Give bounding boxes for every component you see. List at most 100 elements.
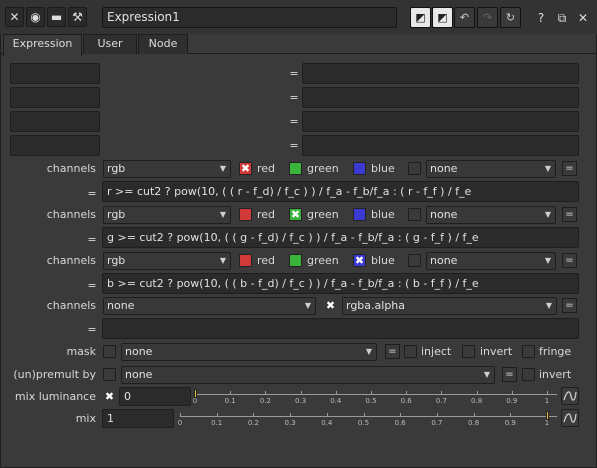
extra-channel-checkbox[interactable] xyxy=(408,208,421,221)
temp-name-input[interactable] xyxy=(10,135,100,156)
channel-label-blue: blue xyxy=(371,254,395,267)
alpha-expression-input[interactable] xyxy=(102,318,579,339)
node-name-input[interactable]: Expression1 xyxy=(102,7,397,28)
color-swatch-button-1[interactable]: ◩ xyxy=(410,7,431,28)
channel-expression-input[interactable]: b >= cut2 ? pow(10, ( ( b - f_d) / f_c )… xyxy=(102,273,579,294)
extra-channel-checkbox[interactable] xyxy=(408,162,421,175)
slider-tick-label: 0.6 xyxy=(400,397,412,405)
extra-channel-dropdown[interactable]: none ▼ xyxy=(426,160,556,178)
channel-label-blue: blue xyxy=(371,208,395,221)
close-icon: ✕ xyxy=(9,10,20,24)
channel-expression-input[interactable]: g >= cut2 ? pow(10, ( ( g - f_d) / f_c )… xyxy=(102,227,579,248)
extra-channel-dropdown[interactable]: none ▼ xyxy=(426,252,556,270)
slider-tick-label: 0 xyxy=(192,397,198,405)
slider-tick-label: 0.5 xyxy=(357,419,370,427)
equals-icon: = xyxy=(388,346,397,357)
mix-luminance-slider[interactable]: 0 0.1 0.2 0.3 0.4 0.5 0.6 0.7 0.8 0.9 1 xyxy=(193,389,557,409)
temp-name-input[interactable] xyxy=(10,111,100,132)
mask-link-button[interactable]: = xyxy=(385,344,400,359)
channel-checkbox-green[interactable] xyxy=(289,162,302,175)
layer-dropdown[interactable]: rgb ▼ xyxy=(103,252,231,270)
slider-handle[interactable] xyxy=(546,411,549,420)
tab-expression[interactable]: Expression xyxy=(3,34,82,56)
wrench-button[interactable]: ⚒ xyxy=(68,7,87,27)
fringe-checkbox[interactable] xyxy=(522,345,535,358)
close-panel-button[interactable]: ✕ xyxy=(5,7,24,27)
unpremult-enable-checkbox[interactable] xyxy=(103,368,116,381)
slider-tick-mark xyxy=(436,413,438,417)
mix-luminance-curve-button[interactable] xyxy=(561,387,579,405)
channel-label-green: green xyxy=(307,162,339,175)
temp-expr-input[interactable] xyxy=(302,87,579,108)
check-mark-icon: ✖ xyxy=(354,254,365,267)
alpha-layer-value: none xyxy=(107,299,135,312)
channel-link-button[interactable]: = xyxy=(562,207,577,222)
channel-checkbox-red[interactable] xyxy=(239,208,252,221)
slider-tick-label: 0 xyxy=(177,419,183,427)
layer-value: rgb xyxy=(107,208,126,221)
temp-expr-input[interactable] xyxy=(302,63,579,84)
inject-checkbox[interactable] xyxy=(404,345,417,358)
revert-icon: ↻ xyxy=(505,11,516,24)
channel-checkbox-blue[interactable]: ✖ xyxy=(353,254,366,267)
undo-button[interactable]: ↶ xyxy=(454,7,475,28)
alpha-checkbox[interactable]: ✖ xyxy=(324,299,337,312)
temp-name-input[interactable] xyxy=(10,87,100,108)
channel-link-button[interactable]: = xyxy=(562,161,577,176)
chevron-down-icon: ▼ xyxy=(545,301,552,310)
slider-tick-mark xyxy=(511,391,513,395)
extra-channel-dropdown[interactable]: none ▼ xyxy=(426,206,556,224)
tab-user[interactable]: User xyxy=(83,34,137,54)
float-panel-button[interactable]: ⧉ xyxy=(553,8,571,28)
equals-label: = xyxy=(289,91,299,104)
channel-checkbox-red[interactable]: ✖ xyxy=(239,162,252,175)
invert-mask-checkbox[interactable] xyxy=(462,345,475,358)
unpremult-invert-checkbox[interactable] xyxy=(522,368,535,381)
gear-icon: ◉ xyxy=(30,10,41,24)
mask-enable-checkbox[interactable] xyxy=(103,345,116,358)
mix-label: mix xyxy=(75,412,96,425)
unpremult-dropdown[interactable]: none ▼ xyxy=(121,366,495,384)
channel-checkbox-green[interactable]: ✖ xyxy=(289,208,302,221)
extra-channel-checkbox[interactable] xyxy=(408,254,421,267)
revert-button[interactable]: ↻ xyxy=(500,7,521,28)
layer-dropdown[interactable]: rgb ▼ xyxy=(103,206,231,224)
mix-luminance-checkbox[interactable]: ✖ xyxy=(103,390,116,403)
node-color-button[interactable]: ▬ xyxy=(47,7,66,27)
slider-track xyxy=(180,416,557,417)
help-button[interactable]: ? xyxy=(532,8,550,28)
channels-label: channels xyxy=(46,299,96,312)
mask-dropdown[interactable]: none ▼ xyxy=(121,343,377,361)
channels-label: channels xyxy=(46,162,96,175)
slider-handle[interactable] xyxy=(194,389,197,398)
redo-icon: ↷ xyxy=(482,11,493,24)
mix-slider[interactable]: 0 0.1 0.2 0.3 0.4 0.5 0.6 0.7 0.8 0.9 1 xyxy=(178,411,557,431)
color-swatch-button-2[interactable]: ◩ xyxy=(432,7,453,28)
temp-expr-input[interactable] xyxy=(302,135,579,156)
channel-link-button[interactable]: = xyxy=(562,253,577,268)
close-button[interactable]: ✕ xyxy=(574,8,592,28)
inject-label: inject xyxy=(421,345,452,358)
channel-expression-input[interactable]: r >= cut2 ? pow(10, ( ( r - f_d) / f_c )… xyxy=(102,181,579,202)
temp-expr-input[interactable] xyxy=(302,111,579,132)
channel-checkbox-blue[interactable] xyxy=(353,208,366,221)
alpha-link-button[interactable]: = xyxy=(562,298,577,313)
mix-luminance-input[interactable]: 0 xyxy=(119,387,191,406)
alpha-channel-dropdown[interactable]: rgba.alpha ▼ xyxy=(342,297,557,315)
channel-checkbox-green[interactable] xyxy=(289,254,302,267)
mix-curve-button[interactable] xyxy=(561,409,579,427)
settings-button[interactable]: ◉ xyxy=(26,7,45,27)
tab-node[interactable]: Node xyxy=(138,34,188,54)
channel-checkbox-red[interactable] xyxy=(239,254,252,267)
temp-name-input[interactable] xyxy=(10,63,100,84)
channel-checkbox-blue[interactable] xyxy=(353,162,366,175)
mix-luminance-label: mix luminance xyxy=(14,390,96,403)
layer-dropdown[interactable]: rgb ▼ xyxy=(103,160,231,178)
close-icon: ✕ xyxy=(577,11,589,25)
unpremult-link-button[interactable]: = xyxy=(502,367,517,382)
chevron-down-icon: ▼ xyxy=(483,370,490,379)
mix-input[interactable]: 1 xyxy=(102,409,174,428)
alpha-layer-dropdown[interactable]: none ▼ xyxy=(103,297,316,315)
redo-button[interactable]: ↷ xyxy=(477,7,498,28)
extra-channel-value: none xyxy=(430,208,458,221)
